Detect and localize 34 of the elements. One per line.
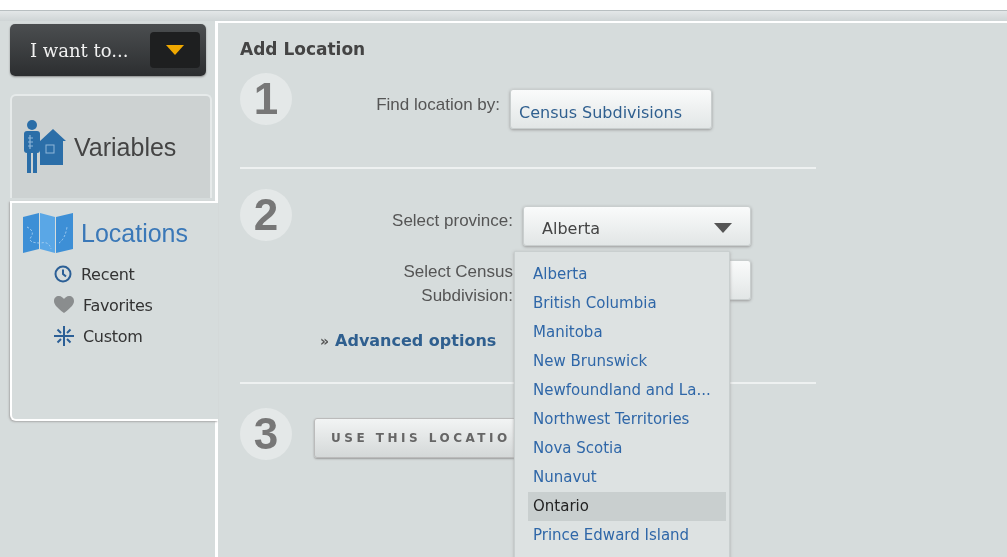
province-option[interactable]: Manitoba — [528, 318, 726, 347]
field-label: Select province: — [392, 210, 513, 232]
province-option[interactable]: Prince Edward Island — [528, 521, 726, 550]
province-option[interactable]: Newfoundland and La... — [528, 376, 726, 405]
province-option[interactable]: Alberta — [528, 260, 726, 289]
province-option[interactable]: Nunavut — [528, 463, 726, 492]
caret-icon — [166, 45, 184, 55]
folded-map-icon — [23, 213, 73, 253]
field-label: Select Census Subdivision: — [403, 261, 513, 307]
chevron-icon: » — [320, 333, 330, 349]
province-option[interactable]: Ontario — [528, 492, 726, 521]
sparkle-icon — [54, 326, 74, 346]
step-number: 1 — [240, 73, 292, 125]
advanced-options-link[interactable]: Advanced options — [335, 331, 497, 350]
panel-title: Add Location — [240, 39, 367, 61]
province-option[interactable]: British Columbia — [528, 289, 726, 318]
person-house-icon — [22, 119, 66, 175]
step-number: 3 — [240, 408, 292, 460]
i-want-to-menu-button[interactable]: I want to... — [10, 24, 206, 76]
find-by-dropdown[interactable]: Census Subdivisions — [510, 89, 712, 129]
province-option[interactable]: New Brunswick — [528, 347, 726, 376]
clock-icon — [54, 265, 72, 283]
field-label: Find location by: — [376, 94, 500, 116]
sidebar-item[interactable]: Recent — [54, 264, 218, 284]
sidebar-item[interactable]: Custom — [54, 326, 218, 346]
sidebar-tab[interactable]: Locations Recent Favorites Custom — [10, 201, 218, 421]
caret-icon — [714, 223, 732, 233]
sidebar-item[interactable]: Favorites — [54, 295, 218, 315]
sidebar-tab[interactable]: Variables — [10, 94, 212, 198]
step-number: 2 — [240, 189, 292, 241]
tab-label: Locations — [81, 218, 189, 248]
province-dropdown[interactable]: Alberta — [523, 206, 751, 246]
heart-icon — [54, 296, 74, 314]
tab-label: Variables — [74, 132, 177, 162]
